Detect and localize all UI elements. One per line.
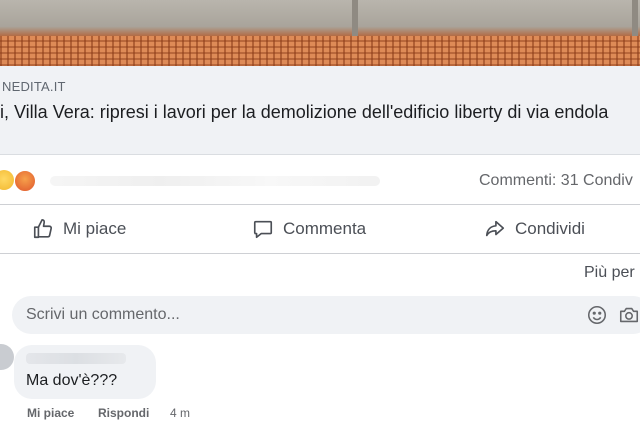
angry-emoji-icon[interactable] (14, 170, 36, 192)
comment-bubble: Ma dov'è??? (14, 345, 156, 399)
share-arrow-icon (485, 220, 505, 237)
post-actions-bar: Mi piace Commenta Condividi (0, 205, 640, 254)
link-preview-image[interactable] (0, 0, 640, 66)
link-preview-card[interactable]: NEDITA.IT i, Villa Vera: ripresi i lavor… (0, 66, 640, 155)
like-button-label: Mi piace (63, 219, 127, 238)
orange-safety-fence (0, 36, 640, 66)
write-comment-field[interactable]: Scrivi un commento... (12, 296, 640, 334)
share-button[interactable]: Condividi (484, 217, 585, 241)
sad-emoji-icon[interactable] (0, 170, 14, 190)
blurred-reaction-names (50, 176, 380, 186)
thumbs-up-icon (33, 219, 53, 239)
comments-shares-count[interactable]: Commenti: 31 Condiv (479, 172, 633, 190)
comment-timestamp[interactable]: 4 m (170, 406, 190, 420)
comment-placeholder: Scrivi un commento... (26, 306, 180, 323)
blurred-comment-author[interactable] (26, 353, 126, 364)
emoji-smile-icon[interactable] (586, 304, 608, 326)
comment-reply-link[interactable]: Rispondi (98, 406, 149, 420)
like-button[interactable]: Mi piace (32, 217, 126, 241)
share-button-label: Condividi (515, 219, 585, 238)
link-headline[interactable]: i, Villa Vera: ripresi i lavori per la d… (0, 100, 636, 124)
reactions-summary: Commenti: 31 Condiv (0, 156, 640, 205)
speech-bubble-icon (253, 220, 273, 239)
link-domain: NEDITA.IT (2, 79, 66, 94)
comment-like-link[interactable]: Mi piace (27, 406, 74, 420)
camera-icon[interactable] (618, 304, 640, 326)
more-relevant-filter[interactable]: Più per (584, 264, 635, 282)
avatar[interactable] (0, 344, 14, 370)
comment-button-label: Commenta (283, 219, 367, 238)
comment-button[interactable]: Commenta (252, 217, 366, 241)
comment-text: Ma dov'è??? (26, 372, 118, 389)
